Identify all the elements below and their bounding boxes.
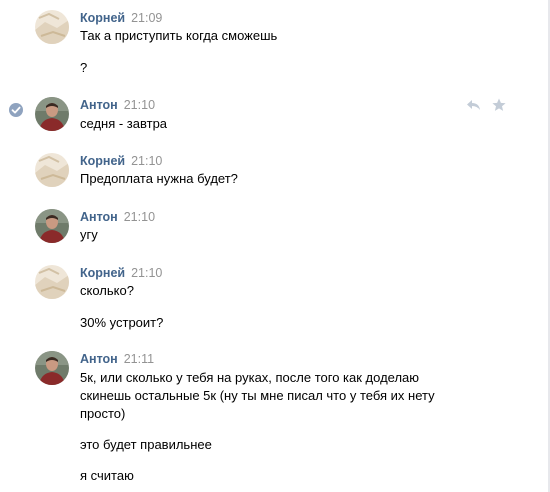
message-text: скинешь остальные 5к (ну ты мне писал чт… <box>80 388 435 403</box>
avatar-korney-image <box>35 153 69 187</box>
message-text: я считаю <box>80 468 134 483</box>
avatar-korney[interactable] <box>35 265 69 299</box>
message-text: просто) <box>80 406 126 421</box>
message-time[interactable]: 21:11 <box>124 352 154 366</box>
author-name[interactable]: Антон <box>80 98 118 112</box>
star-icon[interactable] <box>491 98 507 112</box>
message-header: Корней 21:09 <box>80 10 162 26</box>
message-header: Корней 21:10 <box>80 265 162 281</box>
author-name[interactable]: Корней <box>80 154 125 168</box>
message-header: Антон 21:11 <box>80 351 154 367</box>
author-name[interactable]: Антон <box>80 210 118 224</box>
message-item[interactable]: Антон 21:11 5к, или сколько у тебя на рук… <box>0 351 540 491</box>
author-name[interactable]: Антон <box>80 352 118 366</box>
message-text: ? <box>80 60 88 75</box>
message-text: 5к, или сколько у тебя на руках, после т… <box>80 370 420 385</box>
reply-icon[interactable] <box>466 98 482 112</box>
message-time[interactable]: 21:10 <box>131 154 162 168</box>
message-time[interactable]: 21:09 <box>131 11 162 25</box>
message-time[interactable]: 21:10 <box>124 210 155 224</box>
avatar-korney[interactable] <box>35 153 69 187</box>
avatar-anton[interactable] <box>35 351 69 385</box>
author-name[interactable]: Корней <box>80 266 125 280</box>
selected-check-icon[interactable] <box>9 103 23 117</box>
avatar-korney-image <box>35 10 69 44</box>
avatar-korney[interactable] <box>35 10 69 44</box>
message-item-selected[interactable]: Антон 21:10 седня - завтра <box>0 97 540 137</box>
avatar-anton-image <box>35 209 69 243</box>
avatar-anton[interactable] <box>35 209 69 243</box>
message-item[interactable]: Корней 21:10 сколько? 30% устроит? <box>0 265 540 335</box>
message-text: 30% устроит? <box>80 315 164 330</box>
message-item[interactable]: Корней 21:09 Так а приступить когда сможе… <box>0 10 540 75</box>
message-text: седня - завтра <box>80 116 168 131</box>
message-item[interactable]: Корней 21:10 Предоплата нужна будет? <box>0 153 540 193</box>
avatar-anton-image <box>35 351 69 385</box>
avatar-anton-image <box>35 97 69 131</box>
message-header: Корней 21:10 <box>80 153 162 169</box>
message-text: угу <box>80 227 98 242</box>
message-header: Антон 21:10 <box>80 209 155 225</box>
message-time[interactable]: 21:10 <box>124 98 155 112</box>
message-text: сколько? <box>80 283 134 298</box>
avatar-anton[interactable] <box>35 97 69 131</box>
message-time[interactable]: 21:10 <box>131 266 162 280</box>
author-name[interactable]: Корней <box>80 11 125 25</box>
message-text: Предоплата нужна будет? <box>80 171 238 186</box>
message-text: это будет правильнее <box>80 437 212 452</box>
avatar-korney-image <box>35 265 69 299</box>
message-header: Антон 21:10 <box>80 97 155 113</box>
message-text: Так а приступить когда сможешь <box>80 28 278 43</box>
message-item[interactable]: Антон 21:10 угу <box>0 209 540 249</box>
